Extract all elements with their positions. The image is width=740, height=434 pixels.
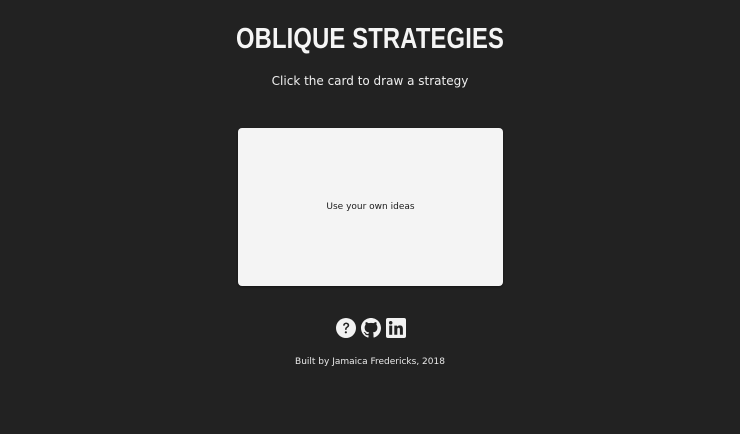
- footer-credit: Built by Jamaica Fredericks, 2018: [295, 357, 445, 367]
- page: OBLIQUE STRATEGIES Click the card to dra…: [0, 0, 740, 434]
- strategy-card[interactable]: Use your own ideas: [238, 128, 503, 286]
- linkedin-link[interactable]: [386, 318, 406, 338]
- question-circle-icon: [336, 318, 356, 338]
- page-subtitle: Click the card to draw a strategy: [271, 74, 469, 88]
- strategy-text: Use your own ideas: [326, 202, 415, 212]
- help-link[interactable]: [336, 318, 356, 338]
- social-links: [336, 318, 406, 338]
- github-link[interactable]: [361, 318, 381, 338]
- github-icon: [361, 318, 381, 338]
- linkedin-icon: [386, 318, 406, 338]
- page-title: OBLIQUE STRATEGIES: [235, 23, 505, 55]
